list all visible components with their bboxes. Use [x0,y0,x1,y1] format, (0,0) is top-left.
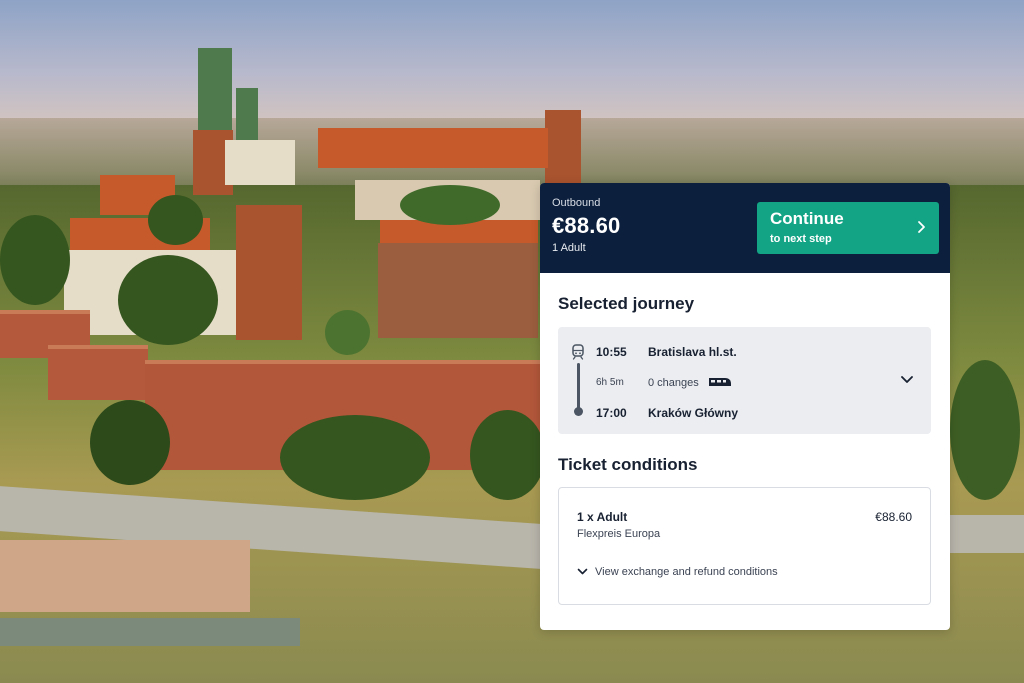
continue-button[interactable]: Continue to next step [757,202,939,254]
price-header: Outbound €88.60 1 Adult Continue to next… [540,183,950,273]
continue-label: Continue [770,209,844,228]
ticket-price: €88.60 [875,510,912,524]
chevron-right-icon [918,221,925,233]
promenade [0,618,300,646]
departure-time: 10:55 [596,345,627,359]
view-conditions-link[interactable]: View exchange and refund conditions [577,566,778,578]
route-line [577,363,580,409]
lower-wall [0,540,250,612]
journey-changes: 0 changes [648,377,699,389]
selected-journey-title: Selected journey [558,294,695,313]
tree [950,360,1020,500]
path-right [950,515,1024,553]
castle-wall [48,345,148,400]
booking-summary-card: Outbound €88.60 1 Adult Continue to next… [540,183,950,630]
cathedral-spire-small [236,88,258,143]
chevron-down-icon [577,568,588,575]
tree [90,400,170,485]
continue-sublabel: to next step [770,233,832,245]
tree [118,255,218,345]
ticket-conditions-title: Ticket conditions [558,455,698,474]
journey-summary[interactable]: 10:55 Bratislava hl.st. 6h 5m 0 changes … [558,327,931,434]
tree [148,195,203,245]
departure-station: Bratislava hl.st. [648,345,737,359]
tree [325,310,370,355]
journey-duration: 6h 5m [596,377,624,388]
route-end-dot [574,407,583,416]
fare-name: Flexpreis Europa [577,528,661,540]
sky [0,0,1024,135]
brick-tower [236,205,302,340]
chapel [225,140,295,185]
castle-tower [545,110,581,185]
tree-group [280,415,430,500]
tree [470,410,545,500]
train-front-icon [572,344,584,360]
tree [400,185,500,225]
palace [378,243,538,338]
chevron-down-icon[interactable] [900,375,914,385]
train-side-icon [709,378,731,386]
arrival-time: 17:00 [596,406,627,420]
cathedral-spire [198,48,232,133]
arrival-station: Kraków Główny [648,406,739,420]
view-conditions-label: View exchange and refund conditions [595,566,778,578]
ticket-conditions-box: 1 x Adult €88.60 Flexpreis Europa View e… [558,487,931,605]
ticket-item: 1 x Adult [577,510,628,524]
castle-roofs [318,128,548,168]
tree [0,215,70,305]
